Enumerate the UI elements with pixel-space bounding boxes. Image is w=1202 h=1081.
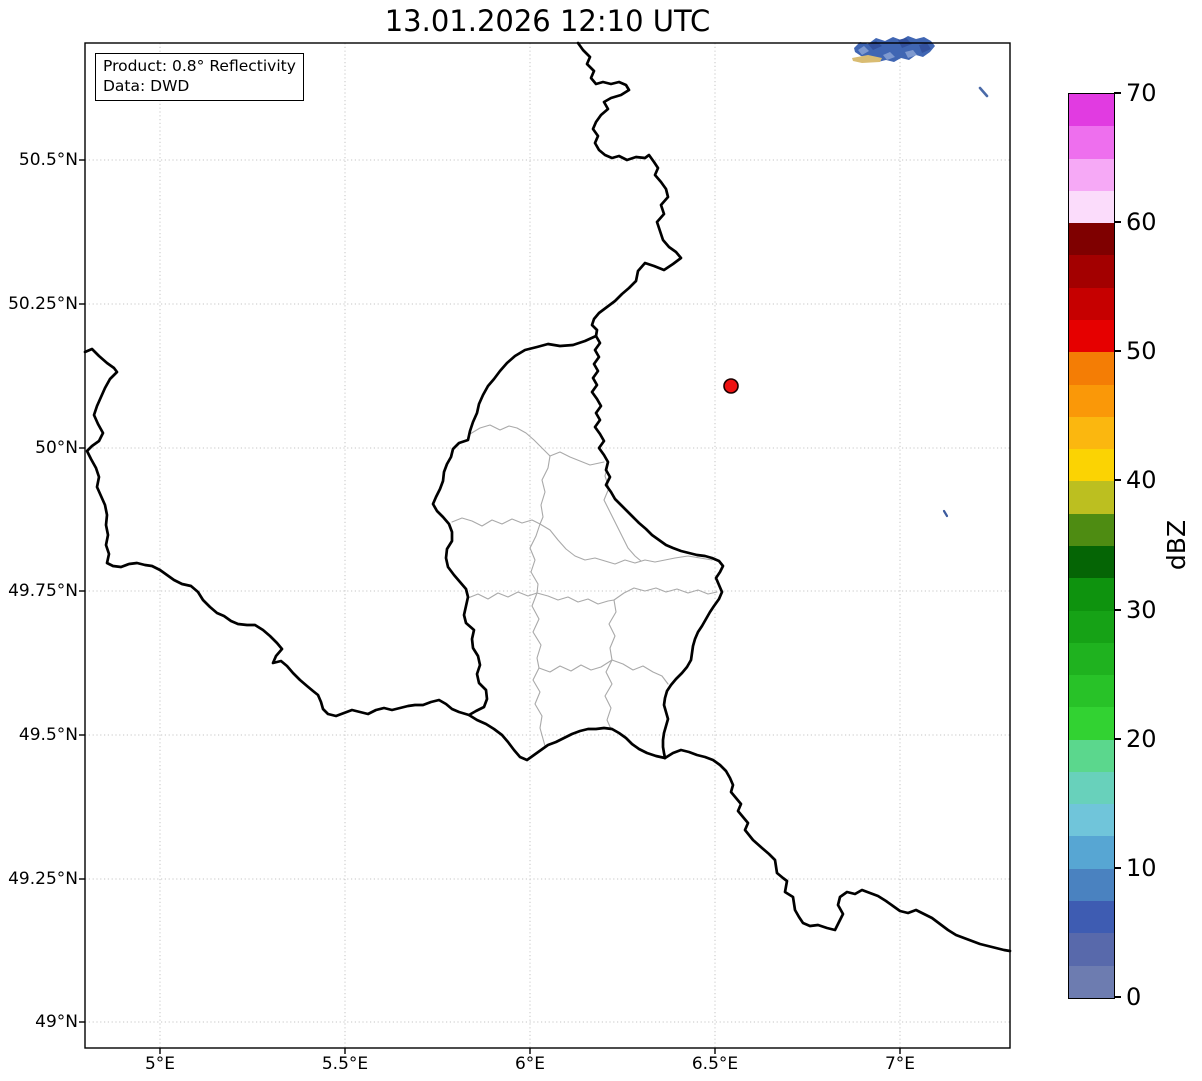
plot-title: 13.01.2026 12:10 UTC (384, 4, 711, 38)
colorbar-tick-mark (1114, 866, 1121, 869)
colorbar-tick-mark (1114, 92, 1121, 94)
canton-border (611, 659, 669, 685)
map-plot-area (79, 36, 1012, 1054)
y-tick-label: 50.5°N (18, 150, 78, 170)
colorbar (1068, 93, 1115, 999)
y-tick-label: 50.25°N (8, 294, 78, 314)
colorbar-segment (1069, 675, 1114, 708)
colorbar-tick-mark (1114, 737, 1121, 740)
colorbar-segment (1069, 481, 1114, 514)
colorbar-tick-label: 0 (1126, 983, 1142, 1011)
colorbar-segment (1069, 707, 1114, 740)
colorbar-segment (1069, 287, 1114, 320)
country-border (663, 748, 1012, 953)
radar-echo (883, 52, 895, 60)
canton-border (604, 659, 613, 730)
colorbar-segment (1069, 94, 1114, 127)
y-tick-label: 49°N (35, 1012, 78, 1032)
y-tick-label: 50°N (35, 438, 78, 458)
canton-border (451, 517, 541, 527)
canton-border (539, 523, 713, 565)
colorbar-tick-mark (1114, 221, 1121, 224)
radar-echo (868, 41, 882, 50)
canton-border (613, 587, 718, 601)
country-border (590, 334, 725, 760)
axes-spines (84, 42, 1011, 1049)
x-tick-label: 6.5°E (691, 1054, 739, 1074)
radar-map-figure: 13.01.2026 12:10 UTC Product: 0.8° Refle… (0, 0, 1202, 1081)
radar-echo (898, 38, 912, 48)
radar-echo-speck (942, 509, 949, 518)
y-tick-label: 49.25°N (8, 869, 78, 889)
colorbar-segment (1069, 642, 1114, 676)
colorbar-segment (1069, 190, 1114, 224)
colorbar-segment (1069, 965, 1114, 998)
canton-border (538, 659, 613, 673)
colorbar-segment (1069, 771, 1114, 805)
country-border (83, 347, 471, 718)
colorbar-segment (1069, 416, 1114, 450)
canton-border (529, 523, 541, 594)
radar-echo (919, 43, 931, 53)
canton-border (608, 599, 617, 661)
canton-border (469, 424, 551, 457)
colorbar-tick-mark (1114, 996, 1121, 998)
colorbar-segment (1069, 255, 1114, 288)
colorbar-segment (1069, 868, 1114, 902)
colorbar-segment (1069, 126, 1114, 159)
canton-border (536, 592, 615, 605)
colorbar-tick-mark (1114, 479, 1121, 482)
colorbar-tick-label: 10 (1126, 853, 1157, 882)
x-tick-label: 6°E (514, 1054, 546, 1074)
y-tick-label: 49.5°N (18, 725, 78, 745)
product-annotation-box: Product: 0.8° Reflectivity Data: DWD (95, 53, 304, 101)
canton-border (539, 455, 551, 525)
colorbar-segment (1069, 384, 1114, 417)
colorbar-tick-mark (1114, 350, 1121, 353)
colorbar-segment (1069, 836, 1114, 869)
colorbar-segment (1069, 545, 1114, 579)
y-tick-label: 49.75°N (8, 581, 78, 601)
canton-border (532, 667, 546, 747)
colorbar-segment (1069, 449, 1114, 482)
colorbar-segment (1069, 352, 1114, 385)
radar-echo (858, 46, 869, 55)
radar-echo (852, 55, 882, 63)
radar-echo (854, 36, 935, 62)
data-source-label: Data: DWD (103, 77, 190, 96)
colorbar-segment (1069, 319, 1114, 353)
product-label: Product: 0.8° Reflectivity (103, 57, 296, 75)
colorbar-segment (1069, 578, 1114, 611)
colorbar-tick-label: 70 (1126, 79, 1157, 107)
radar-echo-speck (978, 86, 989, 98)
x-tick-label: 5°E (144, 1054, 176, 1074)
canton-border (549, 451, 605, 466)
colorbar-segment (1069, 933, 1114, 966)
colorbar-segment (1069, 223, 1114, 256)
colorbar-segment (1069, 901, 1114, 934)
colorbar-tick-label: 20 (1126, 724, 1157, 753)
colorbar-tick-mark (1114, 608, 1121, 611)
radar-echo (905, 50, 917, 58)
x-tick-label: 7°E (884, 1054, 916, 1074)
colorbar-segment (1069, 513, 1114, 546)
colorbar-tick-label: 50 (1126, 337, 1157, 366)
country-border (431, 334, 667, 762)
radar-site-marker (723, 378, 739, 394)
canton-border (467, 591, 538, 600)
colorbar-segment (1069, 610, 1114, 643)
canton-border (603, 463, 642, 562)
colorbar-label: dBZ (1162, 519, 1191, 571)
colorbar-segment (1069, 739, 1114, 772)
canton-border (531, 592, 542, 669)
colorbar-segment (1069, 804, 1114, 837)
x-tick-label: 5.5°E (321, 1054, 369, 1074)
country-border (576, 41, 683, 338)
colorbar-tick-label: 60 (1126, 208, 1157, 237)
colorbar-segment (1069, 158, 1114, 191)
